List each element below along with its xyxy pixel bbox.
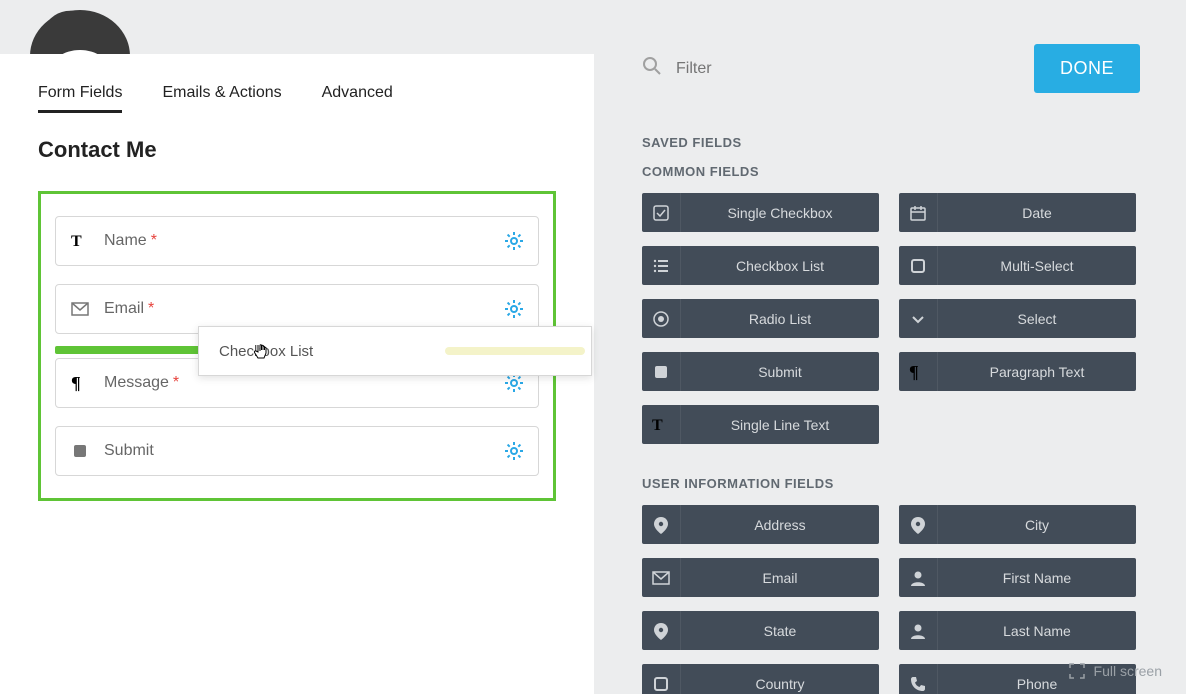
form-title: Contact Me	[38, 137, 556, 163]
palette-state[interactable]: State	[642, 611, 879, 650]
dot-circle-icon	[642, 299, 681, 338]
palette-paragraph-text[interactable]: Paragraph Text	[899, 352, 1136, 391]
chip-label: Address	[681, 517, 879, 533]
app-logo	[20, 0, 140, 60]
palette-checkbox-list[interactable]: Checkbox List	[642, 246, 879, 285]
builder-tabs: Form Fields Emails & Actions Advanced	[38, 84, 556, 113]
chip-label: Radio List	[681, 311, 879, 327]
paragraph-icon	[899, 352, 938, 391]
field-palette-panel: DONE SAVED FIELDS COMMON FIELDS Single C…	[594, 0, 1186, 694]
palette-single-line-text[interactable]: Single Line Text	[642, 405, 879, 444]
field-label: Email*	[104, 300, 154, 318]
tab-emails-actions[interactable]: Emails & Actions	[162, 84, 281, 113]
section-saved-fields: SAVED FIELDS	[642, 135, 1140, 150]
map-marker-icon	[642, 611, 681, 650]
calendar-icon	[899, 193, 938, 232]
palette-select[interactable]: Select	[899, 299, 1136, 338]
done-button[interactable]: DONE	[1034, 44, 1140, 93]
field-submit[interactable]: Submit	[55, 426, 539, 476]
field-label: Submit	[104, 442, 154, 460]
list-icon	[642, 246, 681, 285]
gear-icon[interactable]	[504, 373, 524, 393]
palette-country[interactable]: Country	[642, 664, 879, 694]
section-user-fields: USER INFORMATION FIELDS	[642, 476, 1140, 491]
phone-icon	[899, 664, 938, 694]
chip-label: Single Checkbox	[681, 205, 879, 221]
user-icon	[899, 611, 938, 650]
chip-label: Submit	[681, 364, 879, 380]
chip-label: Country	[681, 676, 879, 692]
chip-label: City	[938, 517, 1136, 533]
user-fields-grid: Address City Email First Name State Last Name…	[642, 505, 1140, 694]
chip-label: Checkbox List	[681, 258, 879, 274]
chip-label: Last Name	[938, 623, 1136, 639]
chip-label: First Name	[938, 570, 1136, 586]
envelope-icon	[70, 299, 90, 319]
envelope-icon	[642, 558, 681, 597]
square-icon	[70, 441, 90, 461]
paragraph-icon	[70, 373, 90, 393]
chip-label: Select	[938, 311, 1136, 327]
chevron-down-icon	[899, 299, 938, 338]
square-icon	[642, 352, 681, 391]
gear-icon[interactable]	[504, 299, 524, 319]
filter-input[interactable]	[676, 60, 876, 78]
palette-first-name[interactable]: First Name	[899, 558, 1136, 597]
tab-form-fields[interactable]: Form Fields	[38, 84, 122, 113]
chip-label: Multi-Select	[938, 258, 1136, 274]
square-o-icon	[642, 664, 681, 694]
palette-last-name[interactable]: Last Name	[899, 611, 1136, 650]
search-icon	[642, 56, 662, 81]
chip-label: Single Line Text	[681, 417, 879, 433]
fullscreen-toggle[interactable]: Full screen	[1068, 662, 1162, 680]
square-o-icon	[899, 246, 938, 285]
check-square-icon	[642, 193, 681, 232]
palette-city[interactable]: City	[899, 505, 1136, 544]
common-fields-grid: Single Checkbox Date Checkbox List Multi-Se…	[642, 193, 1140, 444]
map-marker-icon	[642, 505, 681, 544]
chip-label: Paragraph Text	[938, 364, 1136, 380]
cursor-hand-icon	[252, 343, 270, 368]
gear-icon[interactable]	[504, 441, 524, 461]
chip-label: Email	[681, 570, 879, 586]
section-common-fields: COMMON FIELDS	[642, 164, 1140, 179]
field-name[interactable]: Name*	[55, 216, 539, 266]
palette-address[interactable]: Address	[642, 505, 879, 544]
gear-icon[interactable]	[504, 231, 524, 251]
palette-radio-list[interactable]: Radio List	[642, 299, 879, 338]
field-label: Message*	[104, 374, 179, 392]
chip-label: State	[681, 623, 879, 639]
palette-date[interactable]: Date	[899, 193, 1136, 232]
text-icon	[70, 231, 90, 251]
palette-email[interactable]: Email	[642, 558, 879, 597]
palette-multi-select[interactable]: Multi-Select	[899, 246, 1136, 285]
map-marker-icon	[899, 505, 938, 544]
user-icon	[899, 558, 938, 597]
palette-single-checkbox[interactable]: Single Checkbox	[642, 193, 879, 232]
tab-advanced[interactable]: Advanced	[322, 84, 393, 113]
text-icon	[642, 405, 681, 444]
chip-label: Date	[938, 205, 1136, 221]
field-label: Name*	[104, 232, 157, 250]
palette-submit[interactable]: Submit	[642, 352, 879, 391]
